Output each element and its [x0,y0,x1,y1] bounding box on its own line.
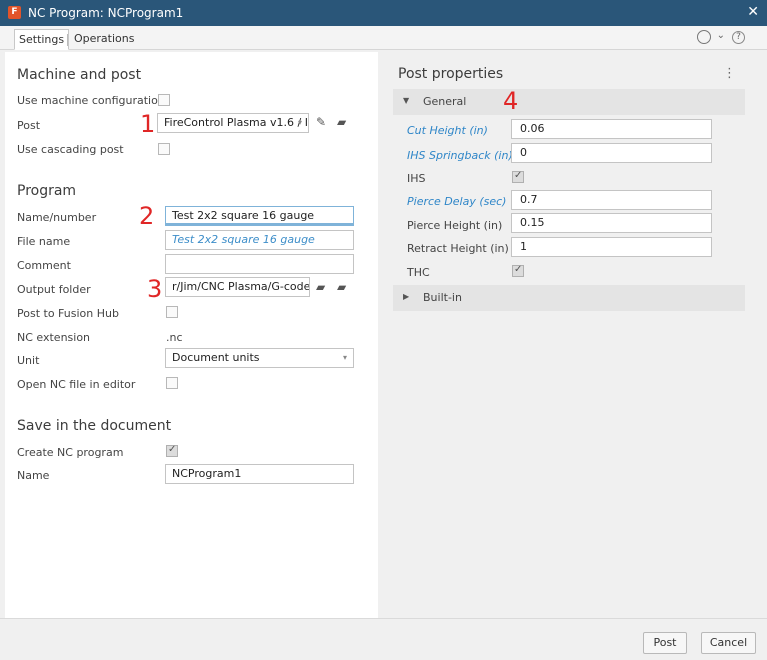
help-icon[interactable]: ? [732,31,745,44]
thc-label: THC [407,266,430,279]
use-cascading-checkbox[interactable] [158,143,170,155]
file-name-input[interactable]: Test 2x2 square 16 gauge [165,230,354,250]
section-program-title: Program [17,183,77,199]
browse-folder-icon[interactable]: ▰ [316,280,325,294]
section-save-doc-title: Save in the document [17,418,172,434]
use-cascading-label: Use cascading post [17,143,124,156]
app-icon: F [8,6,21,19]
annotation-4: 4 [503,87,519,115]
ihs-checkbox[interactable] [512,170,524,183]
post-to-hub-label: Post to Fusion Hub [17,307,119,320]
retract-height-input[interactable]: 1 [511,237,712,257]
unit-select-value: Document units [172,351,260,364]
pierce-height-label: Pierce Height (in) [407,219,503,232]
chevron-down-icon[interactable]: ⌄ [717,30,725,41]
ihs-label: IHS [407,172,426,185]
annotation-1: 1 [140,110,156,138]
nc-extension-label: NC extension [17,331,91,344]
post-label: Post [17,119,41,132]
close-icon[interactable]: ✕ [747,4,759,20]
open-folder-icon[interactable]: ▰ [337,115,346,129]
output-folder-label: Output folder [17,283,91,296]
post-properties-title: Post properties [398,66,504,82]
section-machine-post-title: Machine and post [17,67,142,83]
thc-checkbox[interactable] [512,264,524,277]
ihs-springback-input[interactable]: 0 [511,143,712,163]
cut-height-input[interactable]: 0.06 [511,119,712,139]
expand-triangle-icon: ▶ [403,292,410,301]
retract-height-label: Retract Height (in) [407,242,509,255]
output-folder-input[interactable]: r/Jim/CNC Plasma/G-codes [165,277,310,297]
open-nc-editor-checkbox[interactable] [166,377,178,389]
nc-extension-value: .nc [166,331,183,344]
use-machine-config-checkbox[interactable] [158,94,170,106]
more-options-icon[interactable]: ⋮ [723,66,736,81]
sync-icon[interactable] [697,30,711,44]
name-number-label: Name/number [17,211,97,224]
post-select-value: FireControl Plasma v1.6 / I [164,116,308,129]
post-button[interactable]: Post [643,632,687,654]
save-name-input[interactable]: NCProgram1 [165,464,354,484]
group-general-header[interactable]: ▼ General [393,89,745,115]
ihs-springback-label: IHS Springback (in) [407,149,513,162]
dropdown-arrow-icon: ▾ [297,118,302,127]
group-general-label: General [423,95,467,108]
unit-select[interactable]: Document units ▾ [165,348,354,368]
pierce-delay-label: Pierce Delay (sec) [407,195,507,208]
unit-label: Unit [17,354,40,367]
tab-operations[interactable]: Operations [70,29,138,50]
window-title: NC Program: NCProgram1 [28,6,184,20]
pierce-height-input[interactable]: 0.15 [511,213,712,233]
title-bar: F NC Program: NCProgram1 ✕ [0,0,767,26]
annotation-3: 3 [147,275,163,303]
post-to-hub-checkbox[interactable] [166,306,178,318]
annotation-2: 2 [139,202,155,230]
cancel-button[interactable]: Cancel [701,632,756,654]
pierce-delay-input[interactable]: 0.7 [511,190,712,210]
tab-settings[interactable]: Settings [14,29,70,50]
comment-label: Comment [17,259,71,272]
group-builtin-label: Built-in [423,291,462,304]
tab-separator [67,34,68,46]
save-name-label: Name [17,469,50,482]
dialog-footer: Post Cancel [0,618,767,660]
comment-input[interactable] [165,254,354,274]
edit-pencil-icon[interactable]: ✎ [316,115,326,129]
open-folder-icon[interactable]: ▰ [337,280,346,294]
tab-strip: Settings Operations ⌄ ? [0,26,767,50]
file-name-label: File name [17,235,71,248]
use-machine-config-label: Use machine configuration [17,94,165,107]
create-nc-checkbox[interactable] [166,444,178,457]
create-nc-label: Create NC program [17,446,124,459]
collapse-triangle-icon: ▼ [403,96,410,105]
cut-height-label: Cut Height (in) [407,124,488,137]
group-builtin-header[interactable]: ▶ Built-in [393,285,745,311]
post-select[interactable]: FireControl Plasma v1.6 / I ▾ [157,113,309,133]
name-number-input[interactable]: Test 2x2 square 16 gauge [165,206,354,226]
dropdown-arrow-icon: ▾ [342,353,347,362]
open-nc-editor-label: Open NC file in editor [17,378,136,391]
